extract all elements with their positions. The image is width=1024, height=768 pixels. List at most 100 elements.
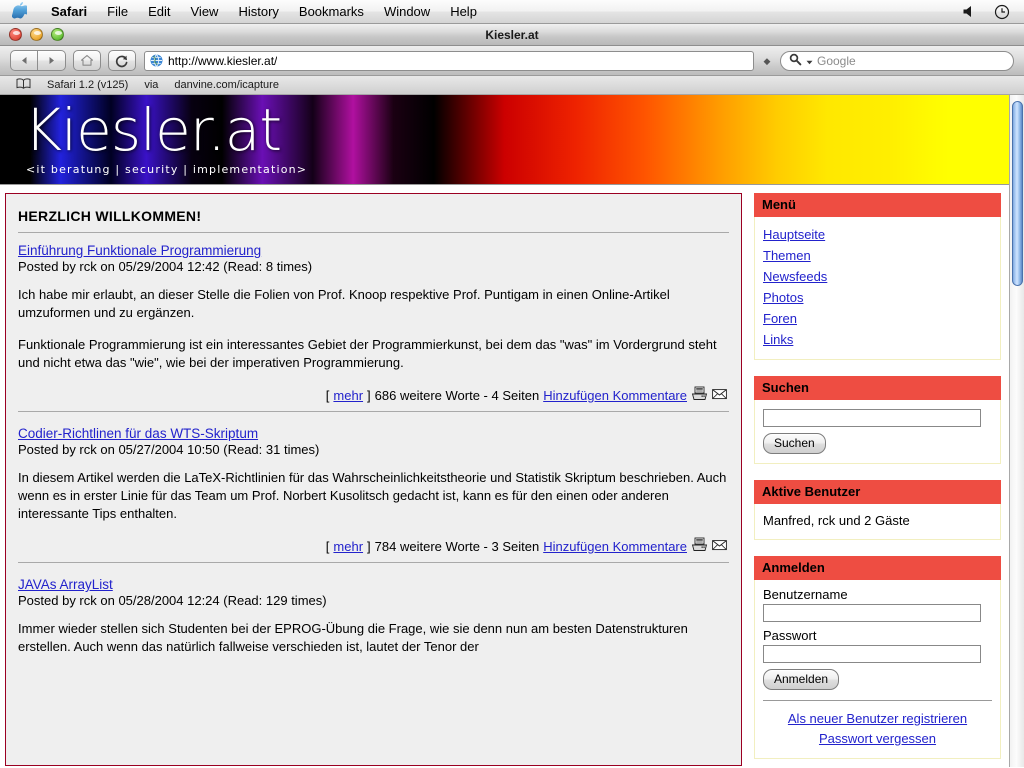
forward-button[interactable] [38,50,66,71]
menubar-item-file[interactable]: File [97,2,138,21]
window-title: Kiesler.at [485,27,539,42]
menubar-item-view[interactable]: View [181,2,229,21]
site-logo[interactable]: Kiesler.at [24,101,282,159]
sidebar-search-title: Suchen [754,376,1001,400]
home-button[interactable] [73,50,101,71]
menubar-item-bookmarks[interactable]: Bookmarks [289,2,374,21]
article-footer: [mehr] 686 weitere Worte - 4 Seiten Hinz… [18,386,729,405]
site-tagline: <it beratung | security | implementation… [26,163,308,176]
menubar-item-edit[interactable]: Edit [138,2,180,21]
back-button[interactable] [10,50,38,71]
close-window-button[interactable] [9,28,22,41]
sidebar-item-links[interactable]: Links [763,329,992,350]
page-title: HERZLICH WILLKOMMEN! [18,208,202,224]
login-divider [763,700,992,701]
article-title-link[interactable]: Einführung Funktionale Programmierung [18,243,261,258]
printer-icon[interactable] [691,386,708,405]
forgot-password-link[interactable]: Passwort vergessen [763,729,992,749]
magnifier-icon [789,53,802,69]
bookmark-icapture[interactable]: danvine.com/icapture [174,79,279,91]
menubar-status-items [962,4,1024,20]
sidebar-login-title: Anmelden [754,556,1001,580]
article-body: Immer wieder stellen sich Studenten bei … [18,620,729,656]
macos-menu-bar: Safari File Edit View History Bookmarks … [0,0,1024,24]
word-count-text: 686 weitere Worte - 4 Seiten [374,388,540,403]
book-icon[interactable] [16,78,31,92]
more-link[interactable]: mehr [333,539,363,554]
menubar-item-history[interactable]: History [228,2,288,21]
article-paragraph: Immer wieder stellen sich Studenten bei … [18,621,688,654]
sidebar-column: Menü Hauptseite Themen Newsfeeds Photos … [748,185,1009,766]
word-count-text: 784 weitere Worte - 3 Seiten [374,539,540,554]
article-body: In diesem Artikel werden die LaTeX-Richt… [18,469,729,523]
printer-icon[interactable] [691,537,708,556]
search-input[interactable]: Google [780,50,1014,71]
password-field[interactable] [763,645,981,663]
add-comments-link[interactable]: Hinzufügen Kommentare [543,388,687,403]
sidebar-item-foren[interactable]: Foren [763,308,992,329]
article-meta: Posted by rck on 05/28/2004 12:24 (Read:… [18,593,327,608]
reload-button[interactable] [108,50,136,71]
bookmark-safari-version[interactable]: Safari 1.2 (v125) [47,79,128,91]
register-link[interactable]: Als neuer Benutzer registrieren [763,709,992,729]
article-footer: [mehr] 784 weitere Worte - 3 Seiten Hinz… [18,537,729,556]
sidebar-active-users-body: Manfred, rck und 2 Gäste [754,504,1001,540]
article-item: Einführung Funktionale Programmierung Po… [18,243,729,405]
site-search-button[interactable]: Suchen [763,433,826,454]
more-link[interactable]: mehr [333,388,363,403]
sidebar-item-themen[interactable]: Themen [763,245,992,266]
menubar-item-window[interactable]: Window [374,2,440,21]
scrollbar-thumb[interactable] [1012,101,1023,286]
login-help-links: Als neuer Benutzer registrieren Passwort… [763,709,992,749]
article-body: Ich habe mir erlaubt, an dieser Stelle d… [18,286,729,372]
heading-divider [18,232,729,233]
sidebar-item-newsfeeds[interactable]: Newsfeeds [763,266,992,287]
article-item: JAVAs ArrayList Posted by rck on 05/28/2… [18,577,729,656]
more-bracket-open: [ [325,388,330,403]
sidebar-block-menu: Menü Hauptseite Themen Newsfeeds Photos … [754,193,1001,360]
web-page-viewport: Kiesler.at <it beratung | security | imp… [0,95,1024,767]
add-comments-link[interactable]: Hinzufügen Kommentare [543,539,687,554]
menubar-item-safari[interactable]: Safari [41,2,97,21]
sidebar-login-body: Benutzername Passwort Anmelden Als neuer… [754,580,1001,759]
page-main-layout: HERZLICH WILLKOMMEN! Einführung Funktion… [0,185,1009,766]
sidebar-block-login: Anmelden Benutzername Passwort Anmelden … [754,556,1001,759]
safari-window: Kiesler.at http://www.kiesler.at/ ◆ Goog… [0,24,1024,768]
article-title-link[interactable]: JAVAs ArrayList [18,577,113,592]
more-bracket-close: ] [367,388,371,403]
address-bar[interactable]: http://www.kiesler.at/ [144,50,754,71]
article-paragraph: Ich habe mir erlaubt, an dieser Stelle d… [18,287,670,320]
snapback-icon[interactable]: ◆ [761,51,773,71]
sidebar-block-search: Suchen Suchen [754,376,1001,464]
envelope-icon[interactable] [712,539,727,554]
article-paragraph: In diesem Artikel werden die LaTeX-Richt… [18,470,727,521]
search-dropdown-arrow-icon[interactable] [806,54,813,68]
sidebar-item-photos[interactable]: Photos [763,287,992,308]
site-search-input[interactable] [763,409,981,427]
clock-icon[interactable] [994,4,1010,20]
username-label: Benutzername [763,587,848,602]
content-column: HERZLICH WILLKOMMEN! Einführung Funktion… [0,185,748,766]
menubar-item-help[interactable]: Help [440,2,487,21]
globe-icon [150,54,163,68]
volume-icon[interactable] [962,5,976,18]
vertical-scrollbar[interactable] [1009,95,1024,767]
apple-logo-icon[interactable] [11,2,30,19]
username-field[interactable] [763,604,981,622]
sidebar-active-users-title: Aktive Benutzer [754,480,1001,504]
window-titlebar[interactable]: Kiesler.at [0,24,1024,46]
search-placeholder: Google [817,53,856,68]
sidebar-item-hauptseite[interactable]: Hauptseite [763,224,992,245]
article-item: Codier-Richtlinen für das WTS-Skriptum P… [18,426,729,556]
article-title-link[interactable]: Codier-Richtlinen für das WTS-Skriptum [18,426,258,441]
minimize-window-button[interactable] [30,28,43,41]
article-divider [18,411,729,412]
login-submit-button[interactable]: Anmelden [763,669,840,690]
envelope-icon[interactable] [712,388,727,403]
article-meta: Posted by rck on 05/27/2004 10:50 (Read:… [18,442,320,457]
maximize-window-button[interactable] [51,28,64,41]
article-paragraph: Funktionale Programmierung ist ein inter… [18,337,717,370]
password-label: Passwort [763,628,817,643]
bookmarks-bar: Safari 1.2 (v125) via danvine.com/icaptu… [0,76,1024,95]
traffic-lights [9,28,64,41]
